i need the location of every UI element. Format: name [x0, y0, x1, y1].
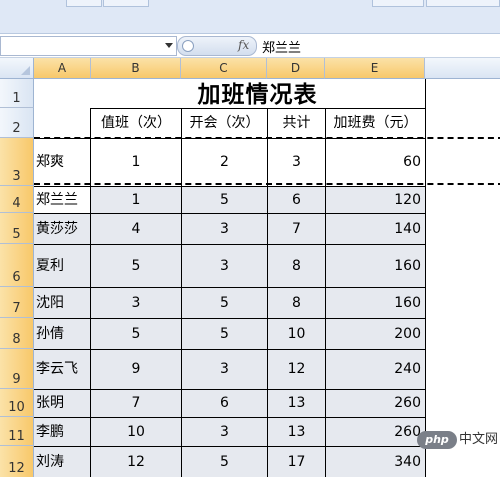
- number-cell[interactable]: 2: [182, 139, 267, 186]
- number-cell[interactable]: 3: [182, 245, 267, 287]
- name-cell[interactable]: 郑爽: [34, 139, 90, 186]
- number-cell[interactable]: 5: [182, 319, 267, 349]
- number-cell[interactable]: 9: [91, 350, 181, 389]
- number-cell[interactable]: 8: [268, 245, 325, 287]
- number-cell[interactable]: 120: [326, 187, 425, 213]
- name-cell[interactable]: 李云飞: [34, 350, 90, 389]
- watermark: php 中文网: [417, 430, 500, 452]
- number-cell[interactable]: 3: [91, 288, 181, 318]
- number-cell[interactable]: 3: [182, 350, 267, 389]
- number-cell[interactable]: 240: [326, 350, 425, 389]
- number-cell[interactable]: 5: [182, 288, 267, 318]
- name-cell[interactable]: 刘涛: [34, 447, 90, 477]
- sheet-title[interactable]: 加班情况表: [90, 80, 425, 108]
- number-cell[interactable]: 13: [268, 418, 325, 446]
- number-cell[interactable]: 3: [268, 139, 325, 186]
- header-cell[interactable]: 共计: [268, 109, 325, 138]
- number-cell[interactable]: 6: [182, 390, 267, 417]
- header-cell[interactable]: 开会（次）: [182, 109, 267, 138]
- number-cell[interactable]: 12: [268, 350, 325, 389]
- number-cell[interactable]: 12: [91, 447, 181, 477]
- name-cell[interactable]: 夏利: [34, 245, 90, 287]
- number-cell[interactable]: 4: [91, 214, 181, 244]
- number-cell[interactable]: 5: [91, 319, 181, 349]
- number-cell[interactable]: 5: [182, 447, 267, 477]
- number-cell[interactable]: 10: [268, 319, 325, 349]
- number-cell[interactable]: 13: [268, 390, 325, 417]
- number-cell[interactable]: 60: [326, 139, 425, 186]
- number-cell[interactable]: 3: [182, 214, 267, 244]
- number-cell[interactable]: 260: [326, 390, 425, 417]
- number-cell[interactable]: 8: [268, 288, 325, 318]
- number-cell[interactable]: 10: [91, 418, 181, 446]
- number-cell[interactable]: 7: [91, 390, 181, 417]
- number-cell[interactable]: 17: [268, 447, 325, 477]
- number-cell[interactable]: 200: [326, 319, 425, 349]
- number-cell[interactable]: 5: [91, 245, 181, 287]
- number-cell[interactable]: 160: [326, 288, 425, 318]
- header-cell[interactable]: 加班费（元）: [326, 109, 425, 138]
- number-cell[interactable]: 1: [91, 139, 181, 186]
- name-cell[interactable]: 沈阳: [34, 288, 90, 318]
- number-cell[interactable]: 340: [326, 447, 425, 477]
- number-cell[interactable]: 3: [182, 418, 267, 446]
- name-cell[interactable]: 张明: [34, 390, 90, 417]
- name-cell[interactable]: 黄莎莎: [34, 214, 90, 244]
- header-cell[interactable]: 值班（次）: [91, 109, 181, 138]
- name-cell[interactable]: 孙倩: [34, 319, 90, 349]
- number-cell[interactable]: 5: [182, 187, 267, 213]
- number-cell[interactable]: 1: [91, 187, 181, 213]
- number-cell[interactable]: 160: [326, 245, 425, 287]
- watermark-text: 中文网: [459, 432, 499, 447]
- number-cell[interactable]: 7: [268, 214, 325, 244]
- number-cell[interactable]: 6: [268, 187, 325, 213]
- active-cell[interactable]: 郑兰兰: [34, 187, 90, 213]
- php-logo-icon: php: [417, 431, 457, 449]
- name-cell[interactable]: 李鹏: [34, 418, 90, 446]
- number-cell[interactable]: 260: [326, 418, 425, 446]
- number-cell[interactable]: 140: [326, 214, 425, 244]
